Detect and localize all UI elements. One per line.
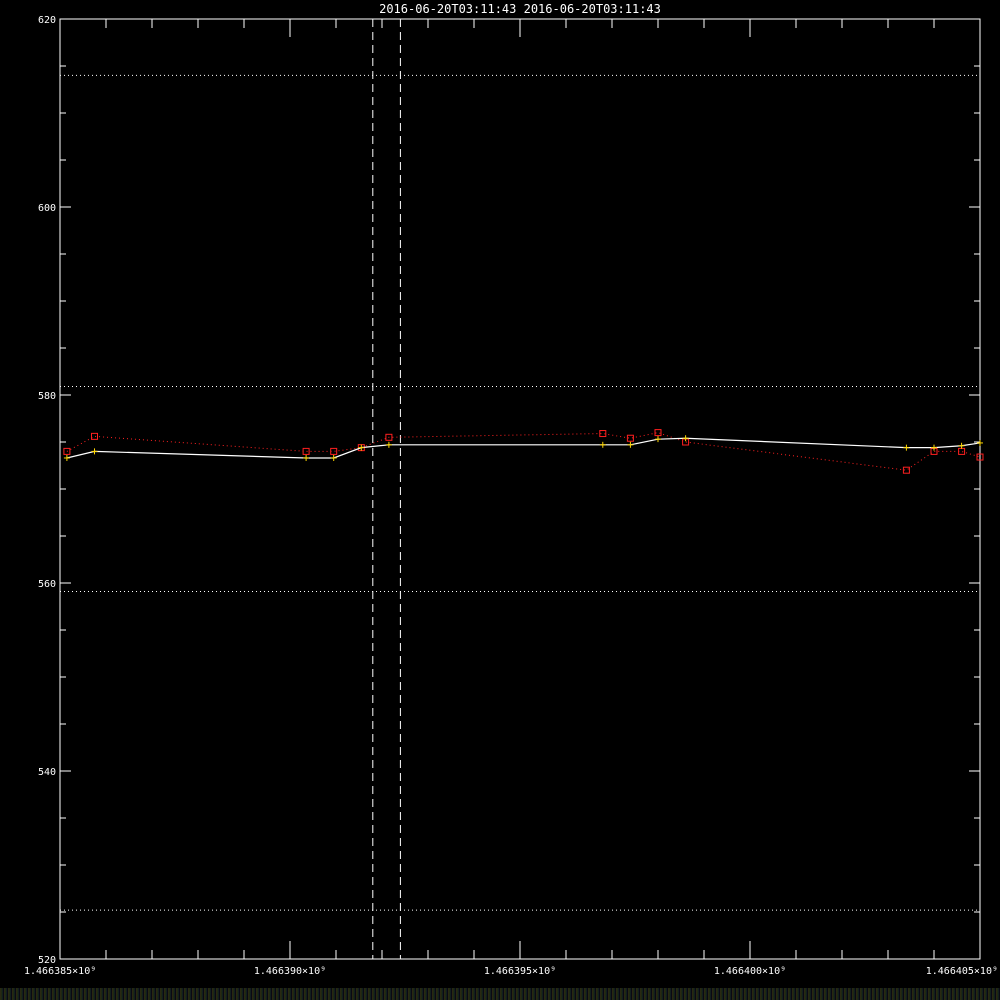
red-square-marker [91,432,98,440]
x-tick-label: 1.466395×10⁹ [484,966,556,977]
horizontal-reference-lines [60,74,980,911]
x-tick-label: 1.466405×10⁹ [926,966,998,977]
red-square-marker [958,447,966,455]
x-tick-label: 1.466385×10⁹ [24,966,96,977]
chart: 2016-06-20T03:11:43 2016-06-20T03:11:43 … [24,2,998,977]
series-red-dotted-line [66,432,981,471]
red-square-marker [330,447,338,455]
series-white-line [66,437,981,459]
chart-title: 2016-06-20T03:11:43 2016-06-20T03:11:43 [379,2,661,16]
series-layer [63,429,984,474]
x-axis: 1.466385×10⁹ 1.466390×10⁹ 1.466395×10⁹ 1.46… [24,19,998,977]
x-tick-label: 1.466390×10⁹ [254,966,326,977]
bottom-noise-strip [0,988,1000,1000]
y-tick-label: 580 [38,391,56,402]
y-tick-label: 620 [38,15,56,26]
red-square-marker [302,447,310,455]
y-tick-label: 560 [38,579,56,590]
y-tick-label: 600 [38,203,56,214]
plot-frame [59,18,981,960]
y-tick-label: 540 [38,767,56,778]
y-tick-label: 520 [38,955,56,966]
y-axis: 520 540 560 580 600 620 [38,15,980,966]
vertical-marker-lines [372,19,401,959]
x-tick-label: 1.466400×10⁹ [714,966,786,977]
